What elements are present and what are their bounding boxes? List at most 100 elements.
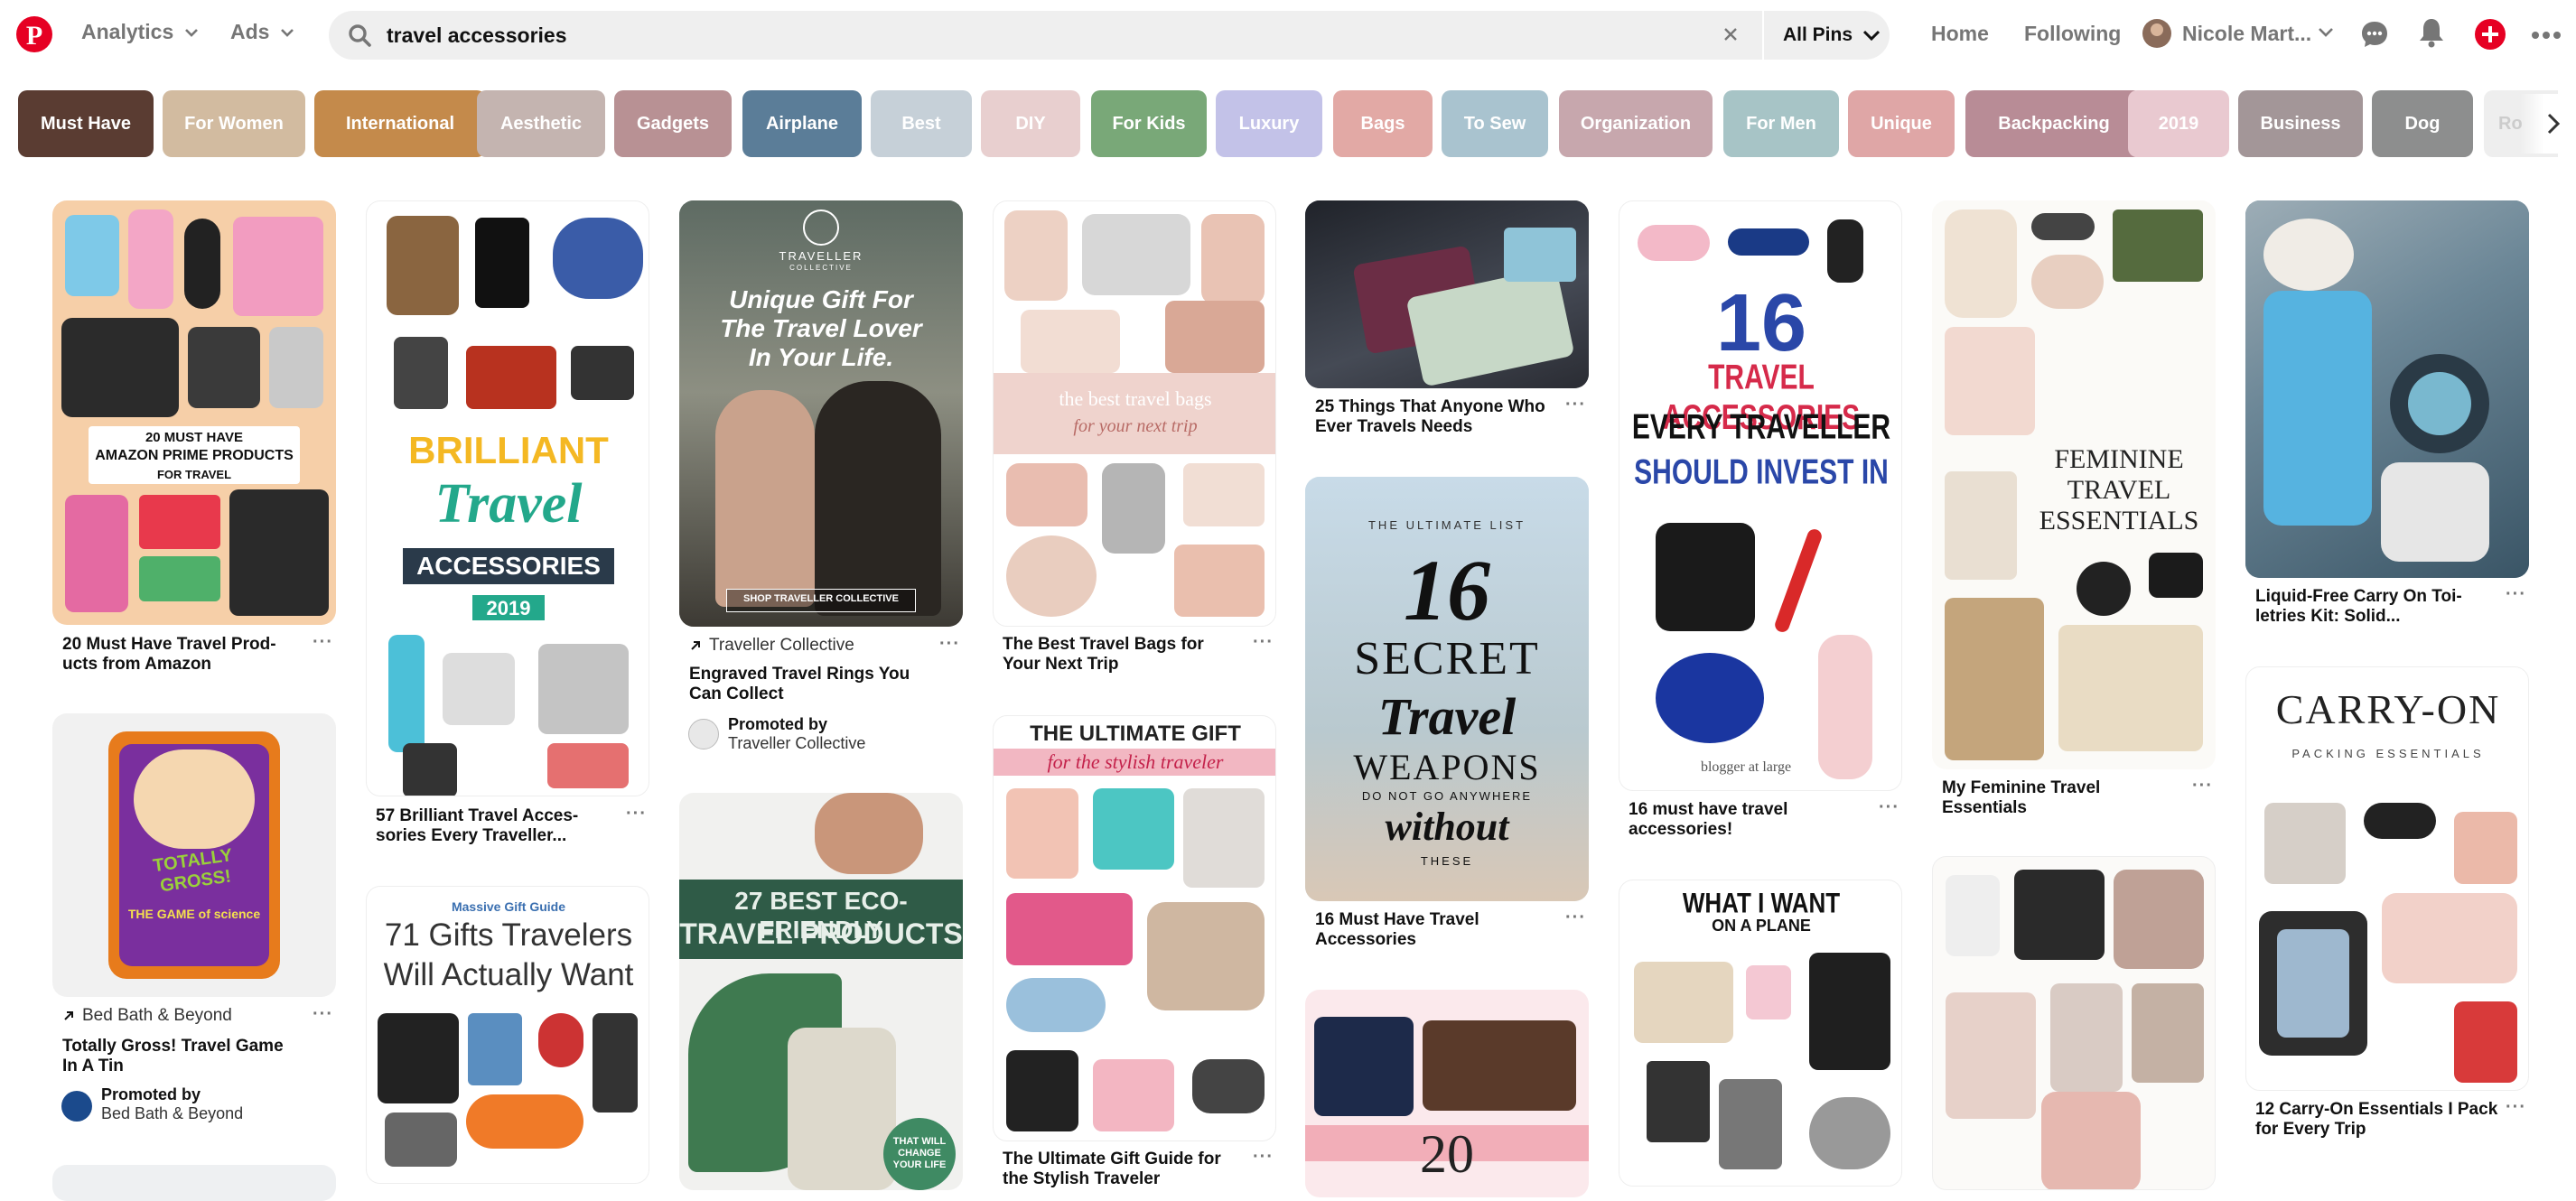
pin-title[interactable]: 20 Must Have Travel Prod- ucts from Amaz… (62, 635, 288, 675)
analytics-menu[interactable]: Analytics (81, 20, 199, 44)
pinterest-logo[interactable]: P (16, 16, 52, 52)
pin-title[interactable]: 57 Brilliant Travel Acces- sories Every … (376, 806, 602, 846)
all-pins-filter[interactable]: All Pins (1783, 24, 1881, 46)
pin-20-accessories[interactable]: 20 (1305, 990, 1589, 1197)
chip-for-men[interactable]: For Men (1723, 90, 1839, 157)
pin-image[interactable]: 20 (1305, 990, 1589, 1197)
pin-image[interactable]: TOTALLY GROSS! THE GAME of science (52, 713, 336, 997)
pin-what-i-want-on-a-plane[interactable]: WHAT I WANT ON A PLANE (1619, 880, 1902, 1187)
chip-for-women[interactable]: For Women (163, 90, 305, 157)
advertiser-avatar[interactable] (688, 719, 719, 749)
pin-title[interactable]: My Feminine Travel Essentials (1942, 778, 2177, 818)
pin-best-travel-bags[interactable]: the best travel bags for your next trip … (993, 200, 1276, 674)
pin-71-gifts[interactable]: Massive Gift Guide 71 Gifts Travelers Wi… (366, 886, 649, 1184)
pin-image[interactable]: THE ULTIMATE GIFT GUIDE for the stylish … (993, 715, 1276, 1141)
pin-ultimate-gift-guide[interactable]: THE ULTIMATE GIFT GUIDE for the stylish … (993, 715, 1276, 1188)
chip-international[interactable]: International (314, 90, 486, 157)
pin-image[interactable] (1305, 200, 1589, 388)
more-options-icon[interactable]: ··· (313, 632, 333, 653)
more-options-icon[interactable]: ··· (939, 634, 960, 655)
chevron-down-icon[interactable] (2318, 27, 2334, 38)
pin-image[interactable]: 20 MUST HAVE AMAZON PRIME PRODUCTS FOR T… (52, 200, 336, 625)
pin-16-every-traveller[interactable]: 16 TRAVEL ACCESSORIES EVERY TRAVELLER SH… (1619, 200, 1902, 839)
pin-brilliant-accessories[interactable]: BRILLIANT Travel ACCESSORIES 2019 57 Bri… (366, 200, 649, 845)
bell-icon[interactable] (2417, 16, 2446, 49)
chip-to-sew[interactable]: To Sew (1442, 90, 1548, 157)
pin-partial[interactable] (52, 1165, 336, 1201)
chip-business[interactable]: Business (2238, 90, 2363, 157)
search-bar[interactable]: All Pins (329, 11, 1890, 60)
advertiser-name[interactable]: Bed Bath & Beyond (101, 1104, 243, 1122)
pin-eco-friendly[interactable]: 27 BEST ECO-FRIENDLY TRAVEL PRODUCTS THA… (679, 793, 963, 1190)
pin-16-secret-weapons[interactable]: THE ULTIMATE LIST 16 SECRET Travel WEAPO… (1305, 477, 1589, 949)
pin-source[interactable]: Bed Bath & Beyond (62, 1006, 232, 1026)
pin-amazon-products[interactable]: 20 MUST HAVE AMAZON PRIME PRODUCTS FOR T… (52, 200, 336, 674)
advertiser-avatar[interactable] (61, 1091, 92, 1122)
chip-gadgets[interactable]: Gadgets (614, 90, 732, 157)
pin-title[interactable]: Liquid-Free Carry On Toi- letries Kit: S… (2255, 587, 2499, 627)
more-options-icon[interactable]: ··· (2506, 584, 2526, 605)
more-options-icon[interactable]: ··· (313, 1004, 333, 1025)
clear-search-icon[interactable] (1721, 24, 1741, 44)
pin-carry-on-essentials[interactable]: CARRY-ON PACKING ESSENTIALS 12 Carry-On … (2245, 666, 2529, 1139)
create-plus-icon[interactable] (2474, 18, 2506, 51)
pin-feminine-essentials[interactable]: FEMININE TRAVEL ESSENTIALS My Feminine T… (1932, 200, 2216, 817)
more-options-icon[interactable]: ··· (1253, 632, 1274, 653)
chip-best[interactable]: Best (871, 90, 972, 157)
more-options-icon[interactable]: ··· (2506, 1097, 2526, 1118)
pin-title[interactable]: The Ultimate Gift Guide for the Stylish … (1003, 1150, 1237, 1189)
ads-menu[interactable]: Ads (230, 20, 294, 44)
chip-must-have[interactable]: Must Have (18, 90, 154, 157)
chip-luxury[interactable]: Luxury (1216, 90, 1322, 157)
pin-source[interactable]: Traveller Collective (689, 636, 854, 656)
following-link[interactable]: Following (2024, 22, 2121, 46)
pin-image[interactable]: 27 BEST ECO-FRIENDLY TRAVEL PRODUCTS THA… (679, 793, 963, 1190)
pin-title[interactable]: Totally Gross! Travel Game In A Tin (62, 1037, 297, 1076)
pin-image[interactable]: 16 TRAVEL ACCESSORIES EVERY TRAVELLER SH… (1619, 200, 1902, 791)
more-options-icon[interactable]: ··· (1565, 908, 1586, 928)
home-link[interactable]: Home (1931, 22, 1989, 46)
pin-title[interactable]: Engraved Travel Rings You Can Collect (689, 665, 924, 704)
more-options-icon[interactable] (2531, 31, 2562, 40)
pin-image[interactable] (1932, 856, 2216, 1190)
pin-image[interactable]: BRILLIANT Travel ACCESSORIES 2019 (366, 200, 649, 796)
pin-image[interactable]: WHAT I WANT ON A PLANE (1619, 880, 1902, 1187)
chip-diy[interactable]: DIY (981, 90, 1080, 157)
pin-image[interactable]: CARRY-ON PACKING ESSENTIALS (2245, 666, 2529, 1091)
pin-organizers[interactable] (1932, 856, 2216, 1190)
chip-airplane[interactable]: Airplane (742, 90, 862, 157)
chip-organization[interactable]: Organization (1559, 90, 1713, 157)
messages-icon[interactable] (2359, 19, 2390, 50)
chip-dog[interactable]: Dog (2372, 90, 2473, 157)
username[interactable]: Nicole Mart... (2182, 22, 2311, 46)
search-input[interactable] (387, 11, 1579, 60)
pin-title[interactable]: 16 Must Have Travel Accessories (1315, 910, 1550, 950)
pin-title[interactable]: 25 Things That Anyone Who Ever Travels N… (1315, 397, 1559, 437)
advertiser-name[interactable]: Traveller Collective (728, 734, 865, 752)
pin-25-things[interactable]: 25 Things That Anyone Who Ever Travels N… (1305, 200, 1589, 436)
pin-image[interactable]: Massive Gift Guide 71 Gifts Travelers Wi… (366, 886, 649, 1184)
pin-image[interactable]: the best travel bags for your next trip (993, 200, 1276, 627)
pin-image[interactable] (52, 1165, 336, 1201)
chip-bags[interactable]: Bags (1333, 90, 1433, 157)
chip-aesthetic[interactable]: Aesthetic (477, 90, 605, 157)
pin-image[interactable] (2245, 200, 2529, 578)
chips-scroll-right[interactable] (2520, 94, 2574, 154)
chip-for-kids[interactable]: For Kids (1091, 90, 1207, 157)
pin-totally-gross-game[interactable]: TOTALLY GROSS! THE GAME of science Bed B… (52, 713, 336, 1122)
pin-image[interactable]: THE ULTIMATE LIST 16 SECRET Travel WEAPO… (1305, 477, 1589, 901)
avatar[interactable] (2142, 19, 2171, 48)
more-options-icon[interactable]: ··· (1879, 797, 1899, 818)
pin-traveller-collective-rings[interactable]: TRAVELLER COLLECTIVE Unique Gift For The… (679, 200, 963, 752)
chip-backpacking[interactable]: Backpacking (1965, 90, 2142, 157)
pin-title[interactable]: 16 must have travel accessories! (1629, 800, 1863, 840)
more-options-icon[interactable]: ··· (1253, 1147, 1274, 1168)
pin-image[interactable]: TRAVELLER COLLECTIVE Unique Gift For The… (679, 200, 963, 627)
more-options-icon[interactable]: ··· (2192, 776, 2213, 796)
chip-unique[interactable]: Unique (1848, 90, 1955, 157)
pin-liquid-free-toiletries[interactable]: Liquid-Free Carry On Toi- letries Kit: S… (2245, 200, 2529, 626)
pin-title[interactable]: The Best Travel Bags for Your Next Trip (1003, 635, 1228, 675)
pin-title[interactable]: 12 Carry-On Essentials I Pack for Every … (2255, 1100, 2499, 1140)
pin-image[interactable]: FEMININE TRAVEL ESSENTIALS (1932, 200, 2216, 769)
more-options-icon[interactable]: ··· (1565, 395, 1586, 415)
